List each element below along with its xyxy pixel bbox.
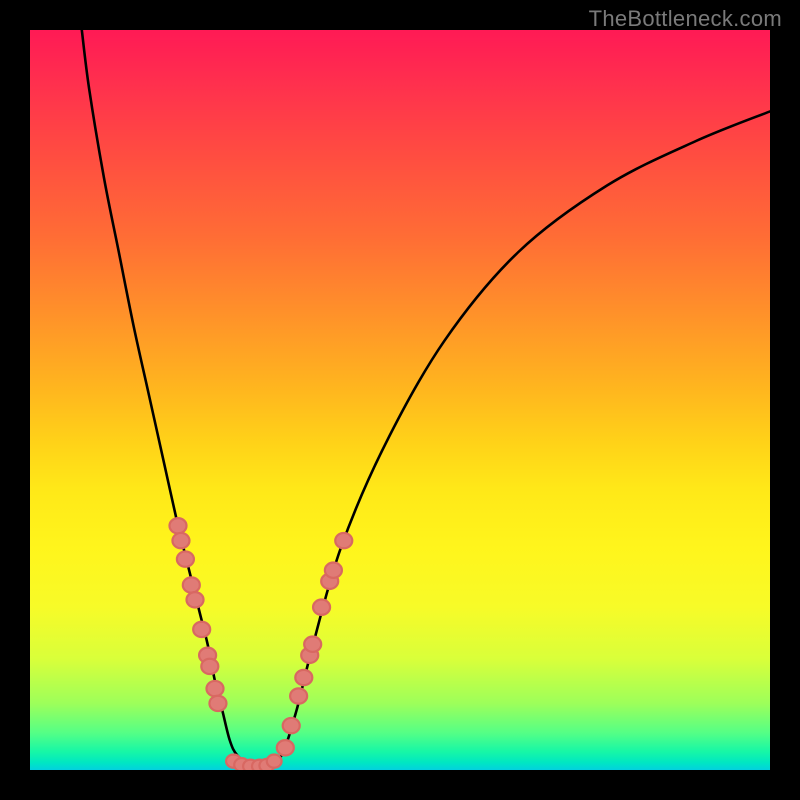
data-point [290,688,307,703]
data-point [335,533,352,548]
scatter-left [169,518,226,711]
data-point [206,681,223,696]
data-point [267,754,282,767]
curve-svg [30,30,770,770]
data-point [304,637,321,652]
scatter-right [277,533,352,756]
data-point [283,718,300,733]
data-point [177,551,194,566]
scatter-bottom [226,754,282,770]
data-point [183,577,200,592]
data-point [277,740,294,755]
data-point [172,533,189,548]
chart-frame: TheBottleneck.com [0,0,800,800]
data-point [209,696,226,711]
data-point [201,659,218,674]
data-point [193,622,210,637]
data-point [295,670,312,685]
watermark-text: TheBottleneck.com [589,6,782,32]
data-point [187,592,204,607]
plot-area [30,30,770,770]
bottleneck-curve [82,30,770,768]
data-point [325,563,342,578]
data-point [313,600,330,615]
data-point [169,518,186,533]
